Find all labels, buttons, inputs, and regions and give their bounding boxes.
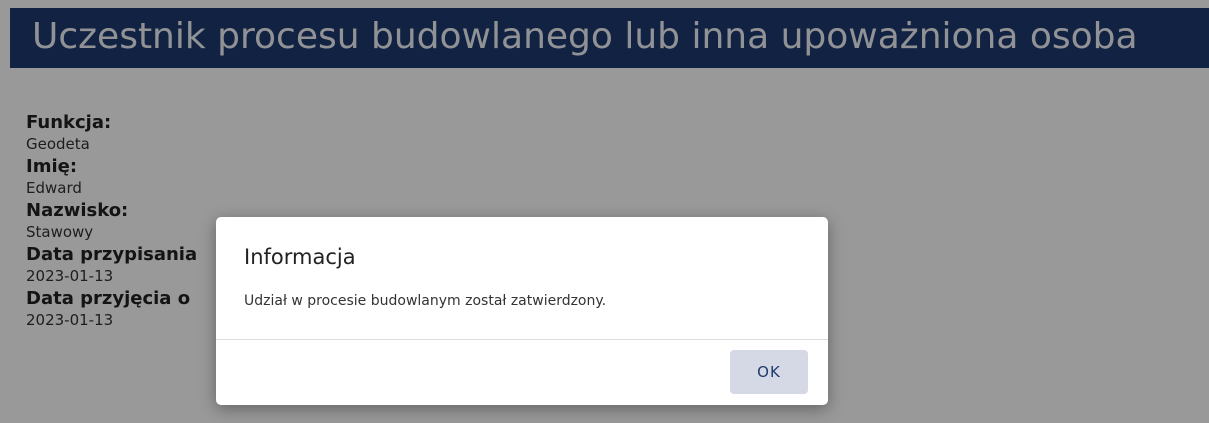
dialog-message: Udział w procesie budowlanym został zatw… <box>244 293 607 309</box>
dialog-divider <box>216 339 828 340</box>
dialog-title: Informacja <box>244 245 356 269</box>
information-dialog: Informacja Udział w procesie budowlanym … <box>216 217 828 405</box>
page: Uczestnik procesu budowlanego lub inna u… <box>0 0 1209 423</box>
ok-button[interactable]: OK <box>730 350 808 394</box>
